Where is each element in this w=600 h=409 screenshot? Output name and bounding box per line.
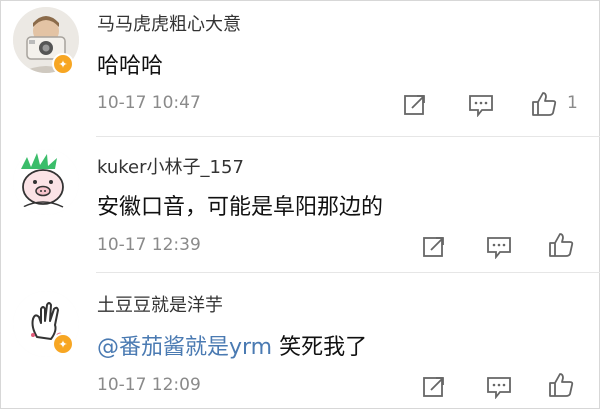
- comment-list: ✦ 马马虎虎粗心大意 哈哈哈 10-17 10:47 1 kuker小林子_15…: [0, 0, 600, 409]
- comment-text: 安徽口音，可能是阜阳那边的: [97, 189, 383, 221]
- reply-button[interactable]: [484, 232, 514, 262]
- share-button[interactable]: [419, 372, 449, 402]
- share-icon: [404, 95, 425, 115]
- like-button[interactable]: [529, 89, 559, 119]
- comment-timestamp: 10-17 12:09: [97, 375, 201, 395]
- like-count: 1: [567, 93, 578, 113]
- thumbs-up-icon: [549, 373, 574, 397]
- comment-item: ✦ 马马虎虎粗心大意 哈哈哈 10-17 10:47 1: [1, 1, 600, 137]
- share-button[interactable]: [419, 232, 449, 262]
- comment-username[interactable]: 土豆豆就是洋芋: [97, 291, 223, 317]
- comment-username[interactable]: kuker小林子_157: [97, 153, 244, 179]
- share-icon: [423, 377, 444, 397]
- like-button[interactable]: [546, 230, 576, 260]
- comment-timestamp: 10-17 12:39: [97, 235, 201, 255]
- reply-button[interactable]: [484, 372, 514, 402]
- comment-text-content: 哈哈哈: [97, 54, 164, 79]
- comment-item: kuker小林子_157 安徽口音，可能是阜阳那边的 10-17 12:39: [1, 137, 600, 273]
- comment-item: ✦ 土豆豆就是洋芋 @番茄酱就是yrm 笑死我了 10-17 12:09: [1, 273, 600, 409]
- thumbs-up-icon: [532, 92, 557, 116]
- comment-text: @番茄酱就是yrm 笑死我了: [97, 329, 367, 361]
- comment-mention[interactable]: @番茄酱就是yrm: [97, 335, 272, 360]
- thumbs-up-icon: [549, 233, 574, 257]
- reply-button[interactable]: [466, 90, 496, 120]
- comment-text-content: 安徽口音，可能是阜阳那边的: [97, 195, 384, 220]
- verified-badge-icon: ✦: [52, 53, 74, 75]
- avatar[interactable]: [13, 149, 79, 215]
- verified-badge-icon: ✦: [52, 333, 74, 355]
- comment-text-content: 笑死我了: [272, 335, 368, 360]
- like-button[interactable]: [546, 370, 576, 400]
- comment-username[interactable]: 马马虎虎粗心大意: [97, 10, 241, 36]
- comment-text: 哈哈哈: [97, 48, 163, 80]
- comment-icon: [487, 237, 511, 259]
- share-icon: [423, 237, 444, 257]
- comment-icon: [487, 377, 511, 399]
- comment-timestamp: 10-17 10:47: [97, 93, 201, 113]
- share-button[interactable]: [400, 90, 430, 120]
- pig-icon: [13, 149, 79, 215]
- comment-icon: [469, 95, 493, 117]
